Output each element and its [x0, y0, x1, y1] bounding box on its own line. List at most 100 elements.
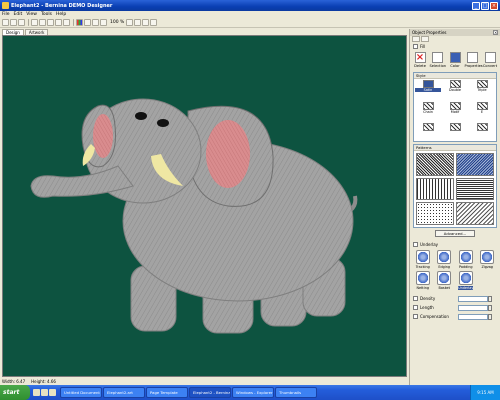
tracking-icon — [415, 250, 430, 264]
advanced-button[interactable]: Advanced... — [435, 230, 475, 237]
style-satin[interactable]: Satin — [415, 80, 441, 101]
compensation-checkbox[interactable] — [413, 314, 418, 319]
app-window: Elephant2 - Bernina DEMO Designer _ □ × … — [0, 0, 500, 400]
menu-edit[interactable]: Edit — [14, 12, 23, 17]
pattern-swatch[interactable] — [416, 153, 454, 176]
start-button[interactable]: start — [0, 385, 30, 400]
pattern-box: Patterns — [413, 144, 497, 228]
convert-tool[interactable]: Convert — [482, 52, 498, 68]
maximize-button[interactable]: □ — [481, 1, 489, 10]
pattern-swatch[interactable] — [456, 177, 494, 201]
underlay-icon — [458, 271, 473, 285]
style-7[interactable] — [415, 123, 441, 140]
fit-icon[interactable] — [142, 19, 150, 26]
quicklaunch-icon[interactable] — [33, 389, 40, 396]
pan-icon[interactable] — [92, 19, 99, 26]
selection-tool[interactable]: Selection — [430, 52, 446, 68]
style-swatch — [476, 123, 488, 132]
panel-tabs — [410, 36, 500, 43]
length-spin-icon[interactable] — [488, 304, 492, 311]
underlay-underlay[interactable]: Underlay — [456, 271, 476, 290]
basket-icon — [437, 271, 452, 285]
cut-icon[interactable] — [31, 19, 38, 26]
compensation-spin-icon[interactable] — [488, 313, 492, 320]
zoom-out-icon[interactable] — [134, 19, 142, 26]
style-swatch — [449, 123, 461, 132]
underlay-edging[interactable]: Edging — [435, 250, 455, 269]
save-icon[interactable] — [18, 19, 25, 26]
underlay-padding[interactable]: Padding — [456, 250, 476, 269]
style-8[interactable] — [442, 123, 468, 140]
zoom-in-icon[interactable] — [126, 19, 134, 26]
app-icon — [2, 2, 9, 9]
taskbar-button[interactable]: Elephant2.art — [103, 387, 145, 398]
pattern-swatch[interactable] — [416, 202, 454, 225]
style-triple[interactable]: Triple — [469, 80, 495, 101]
system-tray-clock: 9:15 AM — [470, 385, 500, 400]
menu-file[interactable]: File — [2, 12, 10, 17]
density-checkbox[interactable] — [413, 296, 418, 301]
toolbar-separator — [73, 19, 74, 26]
menu-tools[interactable]: Tools — [41, 12, 52, 17]
length-checkbox[interactable] — [413, 305, 418, 310]
color-icon[interactable] — [76, 19, 83, 26]
selection-icon — [432, 52, 443, 63]
style-box: Style Satin Double Triple Chain Motif E — [413, 72, 497, 142]
design-canvas[interactable] — [2, 35, 407, 377]
panel-tab-fill[interactable] — [412, 36, 420, 42]
underlay-checkbox[interactable] — [413, 241, 418, 247]
style-e[interactable]: E — [469, 101, 495, 123]
menu-view[interactable]: View — [26, 12, 37, 17]
pattern-swatch[interactable] — [416, 177, 454, 201]
new-icon[interactable] — [2, 19, 9, 26]
param-compensation: Compensation — [410, 312, 500, 321]
taskbar-button[interactable]: Windows - Explorer — [232, 387, 274, 398]
underlay-basket[interactable]: Basket — [435, 271, 455, 290]
density-input[interactable] — [458, 295, 488, 302]
fill-checkbox[interactable] — [413, 44, 418, 49]
underlay-grid: Tracking Edging Padding Zigzag Netting B… — [410, 248, 500, 292]
taskbar-button[interactable]: Untitled Document — [60, 387, 102, 398]
underlay-tracking[interactable]: Tracking — [413, 250, 433, 269]
quicklaunch-icon[interactable] — [41, 389, 48, 396]
toolbar: 100 % — [0, 18, 500, 28]
style-chain[interactable]: Chain — [415, 101, 441, 123]
copy-icon[interactable] — [39, 19, 46, 26]
density-spin-icon[interactable] — [488, 295, 492, 302]
fill-checkbox-row[interactable]: Fill — [410, 43, 500, 50]
underlay-row[interactable]: Underlay — [410, 240, 500, 248]
grid-icon[interactable] — [150, 19, 158, 26]
panel-tab-outline[interactable] — [421, 36, 429, 42]
style-9[interactable] — [469, 123, 495, 140]
panel-close-icon[interactable]: × — [493, 30, 498, 35]
zoom-readout[interactable]: 100 % — [110, 20, 124, 25]
style-double[interactable]: Double — [442, 80, 468, 101]
menu-help[interactable]: Help — [56, 12, 66, 17]
zoom-icon[interactable] — [100, 19, 107, 26]
length-input[interactable] — [458, 304, 488, 311]
pattern-swatch-selected[interactable] — [456, 153, 494, 176]
redo-icon[interactable] — [63, 19, 70, 26]
pattern-swatch[interactable] — [456, 202, 494, 225]
taskbar-button[interactable]: Page Template — [146, 387, 188, 398]
color-tool[interactable]: Color — [447, 52, 463, 68]
right-eye — [157, 119, 169, 127]
select-icon[interactable] — [84, 19, 91, 26]
close-button[interactable]: × — [490, 1, 498, 10]
underlay-netting[interactable]: Netting — [413, 271, 433, 290]
undo-icon[interactable] — [55, 19, 62, 26]
open-icon[interactable] — [10, 19, 17, 26]
minimize-button[interactable]: _ — [472, 1, 480, 10]
delete-tool[interactable]: × Delete — [412, 52, 428, 68]
quicklaunch-icon[interactable] — [49, 389, 56, 396]
paste-icon[interactable] — [47, 19, 54, 26]
status-width: Width: 6.47 — [2, 379, 26, 384]
properties-tool[interactable]: Properties — [465, 52, 483, 68]
style-motif[interactable]: Motif — [442, 101, 468, 123]
taskbar-button-active[interactable]: Elephant2 - Bernina — [189, 387, 231, 398]
compensation-input[interactable] — [458, 313, 488, 320]
zigzag-icon — [480, 250, 495, 264]
title-bar: Elephant2 - Bernina DEMO Designer _ □ × — [0, 0, 500, 11]
underlay-zigzag[interactable]: Zigzag — [478, 250, 498, 269]
taskbar-button[interactable]: Thumbnails — [275, 387, 317, 398]
